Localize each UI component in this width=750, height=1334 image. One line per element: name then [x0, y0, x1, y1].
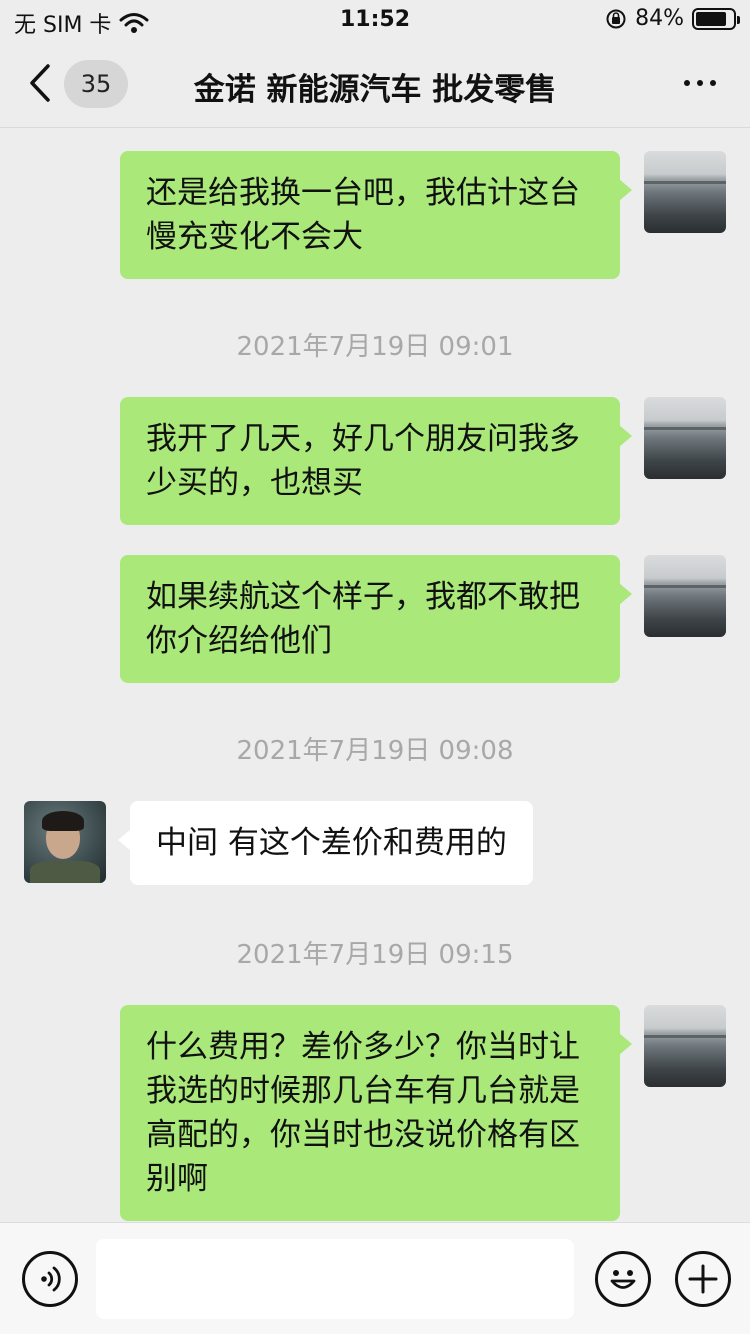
emoji-button[interactable]	[595, 1251, 651, 1307]
emoji-icon	[610, 1270, 636, 1289]
battery-percent: 84%	[635, 6, 684, 31]
chevron-left-icon	[30, 64, 50, 102]
message-list[interactable]: 还是给我换一台吧，我估计这台慢充变化不会大 2021年7月19日 09:01 我…	[0, 129, 750, 1221]
voice-button[interactable]	[22, 1251, 78, 1307]
more-dot	[710, 80, 716, 86]
chat-title: 金诺 新能源汽车 批发零售	[193, 72, 557, 108]
message-timestamp: 2021年7月19日 09:01	[236, 332, 514, 362]
more-button[interactable]	[684, 80, 716, 86]
plus-icon	[688, 1264, 718, 1294]
nav-bar: 35 金诺 新能源汽车 批发零售	[0, 40, 750, 128]
more-dot	[697, 80, 703, 86]
status-right: 84%	[605, 6, 740, 31]
avatar-self[interactable]	[644, 397, 726, 479]
status-bar: 无 SIM 卡 11:52 84%	[0, 0, 750, 40]
more-dot	[684, 80, 690, 86]
battery-tip	[737, 15, 740, 24]
input-bar	[0, 1222, 750, 1334]
avatar-self[interactable]	[644, 1005, 726, 1087]
unread-count-badge[interactable]: 35	[64, 60, 128, 108]
avatar-self[interactable]	[644, 555, 726, 637]
message-bubble-self[interactable]: 如果续航这个样子，我都不敢把你介绍给他们	[120, 555, 632, 683]
message-bubble-self[interactable]: 我开了几天，好几个朋友问我多少买的，也想买	[120, 397, 632, 525]
message-timestamp: 2021年7月19日 09:15	[236, 940, 514, 970]
orientation-lock-icon	[606, 9, 626, 28]
message-timestamp: 2021年7月19日 09:08	[236, 736, 514, 766]
message-bubble-contact[interactable]: 中间 有这个差价和费用的	[118, 801, 533, 885]
voice-icon	[41, 1266, 61, 1292]
message-input[interactable]	[96, 1239, 574, 1319]
message-bubble-self[interactable]: 什么费用？差价多少？你当时让我选的时候那几台车有几台就是高配的，你当时也没说价格…	[120, 1005, 632, 1221]
battery-icon	[692, 7, 740, 30]
back-button[interactable]	[22, 58, 62, 108]
message-bubble-self[interactable]: 还是给我换一台吧，我估计这台慢充变化不会大	[120, 151, 632, 279]
battery-fill	[696, 11, 727, 26]
avatar-self[interactable]	[644, 151, 726, 233]
more-functions-button[interactable]	[675, 1251, 731, 1307]
avatar-contact[interactable]	[24, 801, 106, 883]
